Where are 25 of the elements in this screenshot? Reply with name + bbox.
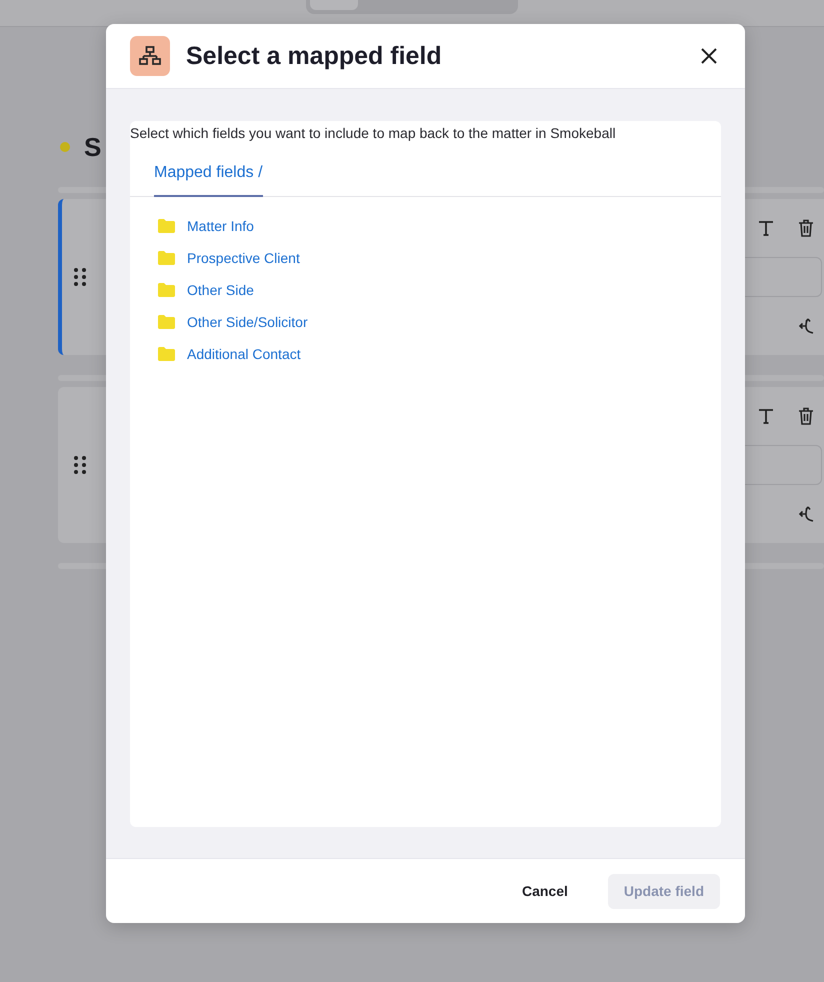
folder-icon	[158, 218, 175, 232]
cancel-button[interactable]: Cancel	[506, 874, 584, 908]
drag-handle-icon[interactable]	[74, 456, 86, 474]
folder-item[interactable]: Other Side/Solicitor	[158, 312, 721, 331]
folder-item[interactable]: Prospective Client	[158, 248, 721, 267]
folder-icon	[158, 282, 175, 296]
sitemap-icon	[130, 36, 170, 76]
trash-icon[interactable]	[798, 219, 814, 237]
branch-icon[interactable]	[798, 317, 816, 335]
dialog-title: Select a mapped field	[186, 42, 443, 70]
drag-handle-icon[interactable]	[74, 268, 86, 286]
status-dot	[60, 142, 70, 152]
description-text: Select which fields you want to include to map back to the matter in Smokeball	[130, 124, 617, 142]
folder-item[interactable]: Other Side	[158, 280, 721, 299]
branch-icon[interactable]	[798, 505, 816, 523]
text-icon[interactable]	[758, 220, 774, 236]
folder-item[interactable]: Matter Info	[158, 216, 721, 235]
section-heading: S	[84, 132, 102, 162]
breadcrumb-tab[interactable]: Mapped fields /	[154, 164, 263, 197]
folder-icon	[158, 314, 175, 328]
text-icon[interactable]	[758, 408, 774, 424]
folder-item[interactable]: Additional Contact	[158, 344, 721, 363]
folder-icon	[158, 346, 175, 360]
trash-icon[interactable]	[798, 407, 814, 425]
folder-icon	[158, 250, 175, 264]
